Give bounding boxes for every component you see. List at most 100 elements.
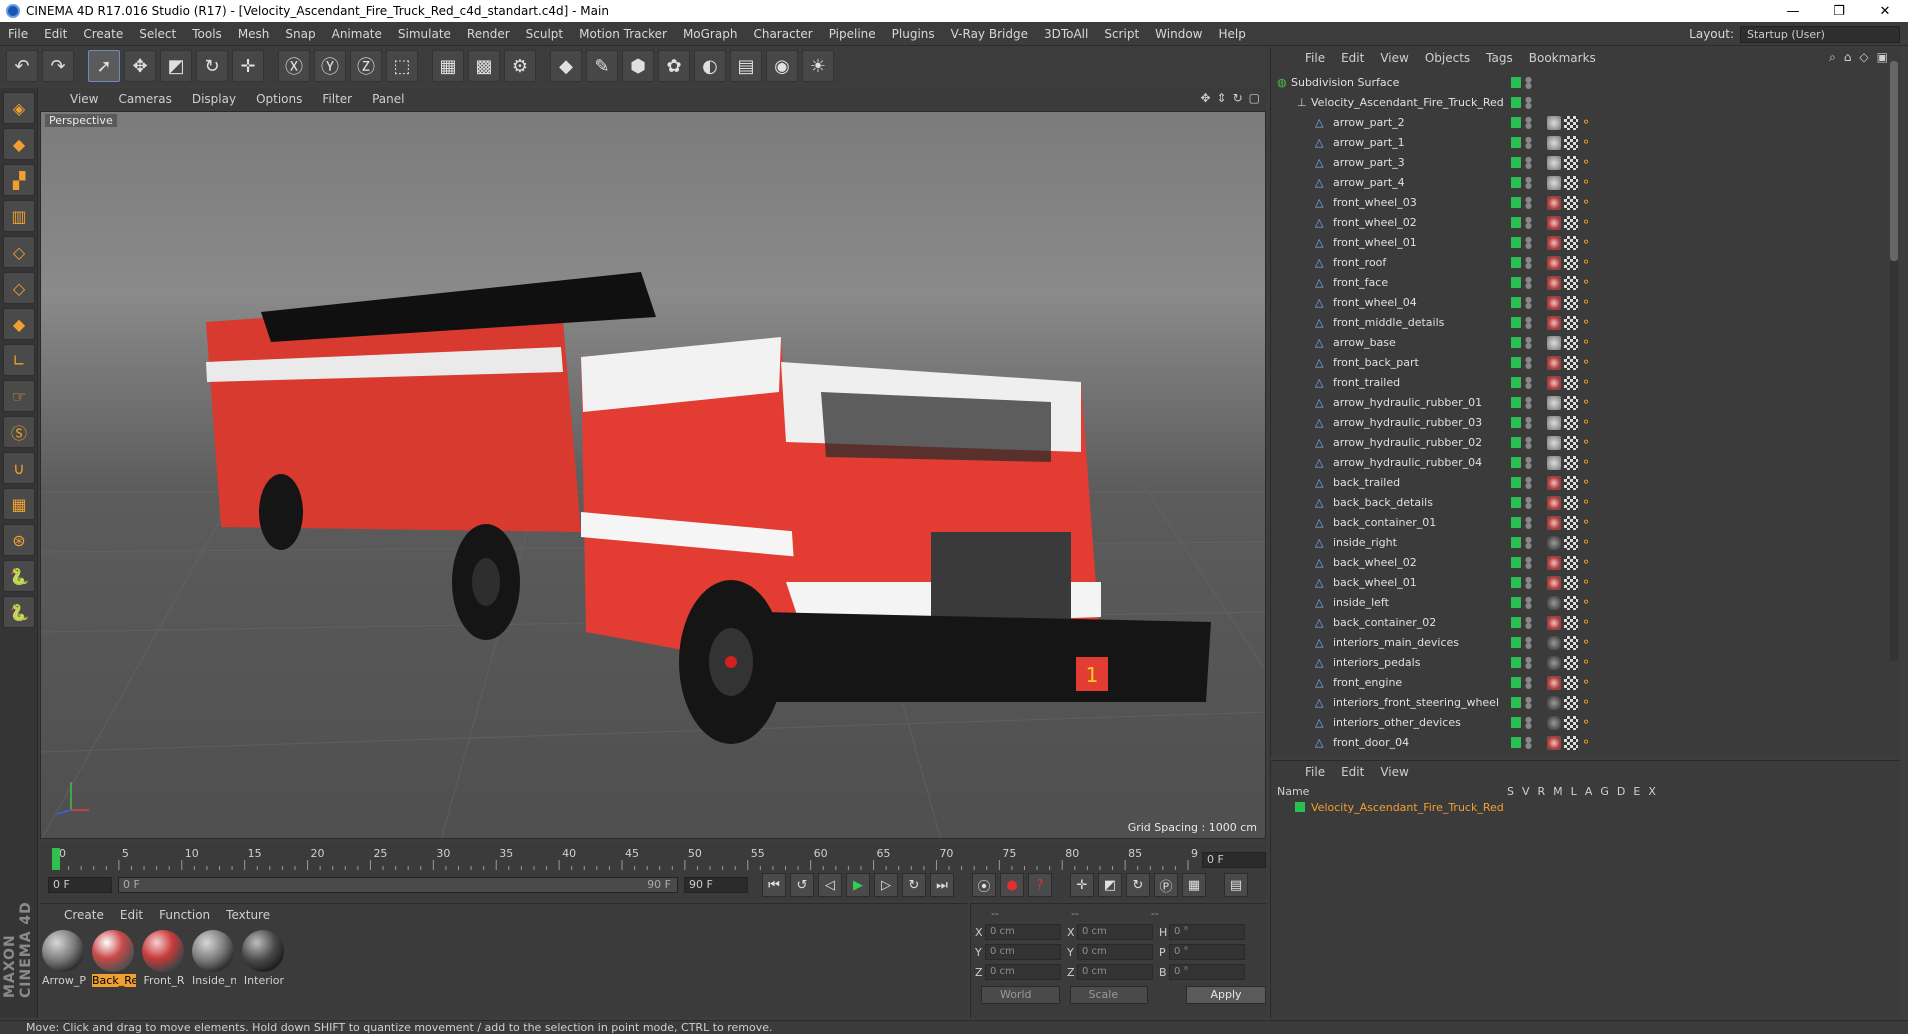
workplane-icon[interactable]: ▥: [3, 200, 35, 232]
render-dots-icon[interactable]: ● ●: [1525, 716, 1532, 730]
close-button[interactable]: ✕: [1862, 0, 1908, 22]
object-menu-bookmarks[interactable]: Bookmarks: [1521, 51, 1604, 65]
material-tag-icon[interactable]: [1547, 396, 1561, 410]
deformer-icon[interactable]: ◐: [694, 50, 726, 82]
object-row[interactable]: △ front_middle_details ● ● ⚬: [1275, 313, 1887, 333]
coord-value-field[interactable]: 0 cm: [985, 924, 1061, 940]
render-dots-icon[interactable]: ● ●: [1525, 656, 1532, 670]
material-tag-icon[interactable]: [1547, 476, 1561, 490]
menu-tools[interactable]: Tools: [184, 27, 230, 41]
menu-window[interactable]: Window: [1147, 27, 1210, 41]
phong-tag-icon[interactable]: ⚬: [1581, 716, 1595, 730]
locked-workplane-icon[interactable]: ⊛: [3, 524, 35, 556]
python-script-icon[interactable]: 🐍: [3, 596, 35, 628]
phong-tag-icon[interactable]: ⚬: [1581, 636, 1595, 650]
menu-file[interactable]: File: [0, 27, 36, 41]
subdivision-icon[interactable]: ⬢: [622, 50, 654, 82]
visibility-toggle[interactable]: [1511, 157, 1521, 168]
phong-tag-icon[interactable]: ⚬: [1581, 596, 1595, 610]
texture-tag-icon[interactable]: [1564, 736, 1578, 750]
visibility-toggle[interactable]: [1511, 137, 1521, 148]
visibility-toggle[interactable]: [1511, 457, 1521, 468]
pan-icon[interactable]: ✥: [1200, 91, 1210, 105]
tweak-mode-icon[interactable]: ☞: [3, 380, 35, 412]
phong-tag-icon[interactable]: ⚬: [1581, 336, 1595, 350]
menu-create[interactable]: Create: [75, 27, 131, 41]
object-row[interactable]: △ back_back_details ● ● ⚬: [1275, 493, 1887, 513]
camera-icon[interactable]: ◉: [766, 50, 798, 82]
object-row[interactable]: △ front_wheel_04 ● ● ⚬: [1275, 293, 1887, 313]
axis-mode-icon[interactable]: ∟: [3, 344, 35, 376]
material-tag-icon[interactable]: [1547, 356, 1561, 370]
orbit-icon[interactable]: ↻: [1233, 91, 1243, 105]
material-tag-icon[interactable]: [1547, 196, 1561, 210]
coord-value-field[interactable]: 0 cm: [1077, 924, 1153, 940]
object-row[interactable]: △ front_engine ● ● ⚬: [1275, 673, 1887, 693]
layer-menu-edit[interactable]: Edit: [1333, 765, 1372, 779]
material-tag-icon[interactable]: [1547, 496, 1561, 510]
make-editable-icon[interactable]: ◈: [3, 92, 35, 124]
previous-key-icon[interactable]: ↺: [790, 873, 814, 897]
rotate-tool-icon[interactable]: ↻: [196, 50, 228, 82]
phong-tag-icon[interactable]: ⚬: [1581, 496, 1595, 510]
material-preview-ball[interactable]: [242, 930, 284, 972]
search-icon[interactable]: ⌕: [1829, 50, 1836, 65]
visibility-toggle[interactable]: [1511, 177, 1521, 188]
cube-primitive-icon[interactable]: ◆: [550, 50, 582, 82]
material-tag-icon[interactable]: [1547, 296, 1561, 310]
menu-v-ray-bridge[interactable]: V-Ray Bridge: [943, 27, 1036, 41]
material-tag-icon[interactable]: [1547, 616, 1561, 630]
visibility-toggle[interactable]: [1511, 117, 1521, 128]
maximize-button[interactable]: ❐: [1816, 0, 1862, 22]
visibility-toggle[interactable]: [1511, 677, 1521, 688]
texture-tag-icon[interactable]: [1564, 516, 1578, 530]
layer-menu-file[interactable]: File: [1297, 765, 1333, 779]
render-dots-icon[interactable]: ● ●: [1525, 396, 1532, 410]
render-dots-icon[interactable]: ● ●: [1525, 296, 1532, 310]
visibility-toggle[interactable]: [1511, 357, 1521, 368]
texture-tag-icon[interactable]: [1564, 536, 1578, 550]
model-mode-icon[interactable]: ◆: [3, 128, 35, 160]
object-row[interactable]: △ front_wheel_03 ● ● ⚬: [1275, 193, 1887, 213]
material-tag-icon[interactable]: [1547, 576, 1561, 590]
visibility-toggle[interactable]: [1511, 577, 1521, 588]
play-icon[interactable]: ▶: [846, 873, 870, 897]
texture-tag-icon[interactable]: [1564, 176, 1578, 190]
coordinate-system-icon[interactable]: ⬚: [386, 50, 418, 82]
object-row[interactable]: △ interiors_main_devices ● ● ⚬: [1275, 633, 1887, 653]
magnet-icon[interactable]: ∪: [3, 452, 35, 484]
render-dots-icon[interactable]: ● ●: [1525, 216, 1532, 230]
object-row[interactable]: ⊥ Velocity_Ascendant_Fire_Truck_Red ● ●: [1275, 93, 1887, 113]
object-row[interactable]: △ back_container_02 ● ● ⚬: [1275, 613, 1887, 633]
phong-tag-icon[interactable]: ⚬: [1581, 396, 1595, 410]
object-row[interactable]: △ arrow_hydraulic_rubber_04 ● ● ⚬: [1275, 453, 1887, 473]
material-tag-icon[interactable]: [1547, 276, 1561, 290]
cloner-icon[interactable]: ✿: [658, 50, 690, 82]
menu-edit[interactable]: Edit: [36, 27, 75, 41]
material-menu-function[interactable]: Function: [151, 908, 218, 922]
preview-range-slider[interactable]: 0 F 90 F: [118, 877, 678, 893]
render-dots-icon[interactable]: ● ●: [1525, 516, 1532, 530]
material-tag-icon[interactable]: [1547, 376, 1561, 390]
menu-mograph[interactable]: MoGraph: [675, 27, 746, 41]
object-menu-file[interactable]: File: [1297, 51, 1333, 65]
phong-tag-icon[interactable]: ⚬: [1581, 356, 1595, 370]
texture-tag-icon[interactable]: [1564, 216, 1578, 230]
phong-tag-icon[interactable]: ⚬: [1581, 176, 1595, 190]
object-row[interactable]: △ arrow_hydraulic_rubber_03 ● ● ⚬: [1275, 413, 1887, 433]
texture-tag-icon[interactable]: [1564, 436, 1578, 450]
perspective-viewport[interactable]: Perspective 1 Grid Spacing: 1000 cm: [40, 111, 1266, 839]
texture-tag-icon[interactable]: [1564, 356, 1578, 370]
material-tag-icon[interactable]: [1547, 156, 1561, 170]
material-menu-edit[interactable]: Edit: [112, 908, 151, 922]
visibility-toggle[interactable]: [1511, 497, 1521, 508]
coord-value-field[interactable]: 0 cm: [1077, 964, 1153, 980]
visibility-toggle[interactable]: [1511, 417, 1521, 428]
material-tag-icon[interactable]: [1547, 736, 1561, 750]
material-tag-icon[interactable]: [1547, 656, 1561, 670]
viewport-menu-view[interactable]: View: [60, 92, 108, 106]
phong-tag-icon[interactable]: ⚬: [1581, 236, 1595, 250]
render-dots-icon[interactable]: ● ●: [1525, 596, 1532, 610]
texture-tag-icon[interactable]: [1564, 456, 1578, 470]
material-tag-icon[interactable]: [1547, 236, 1561, 250]
